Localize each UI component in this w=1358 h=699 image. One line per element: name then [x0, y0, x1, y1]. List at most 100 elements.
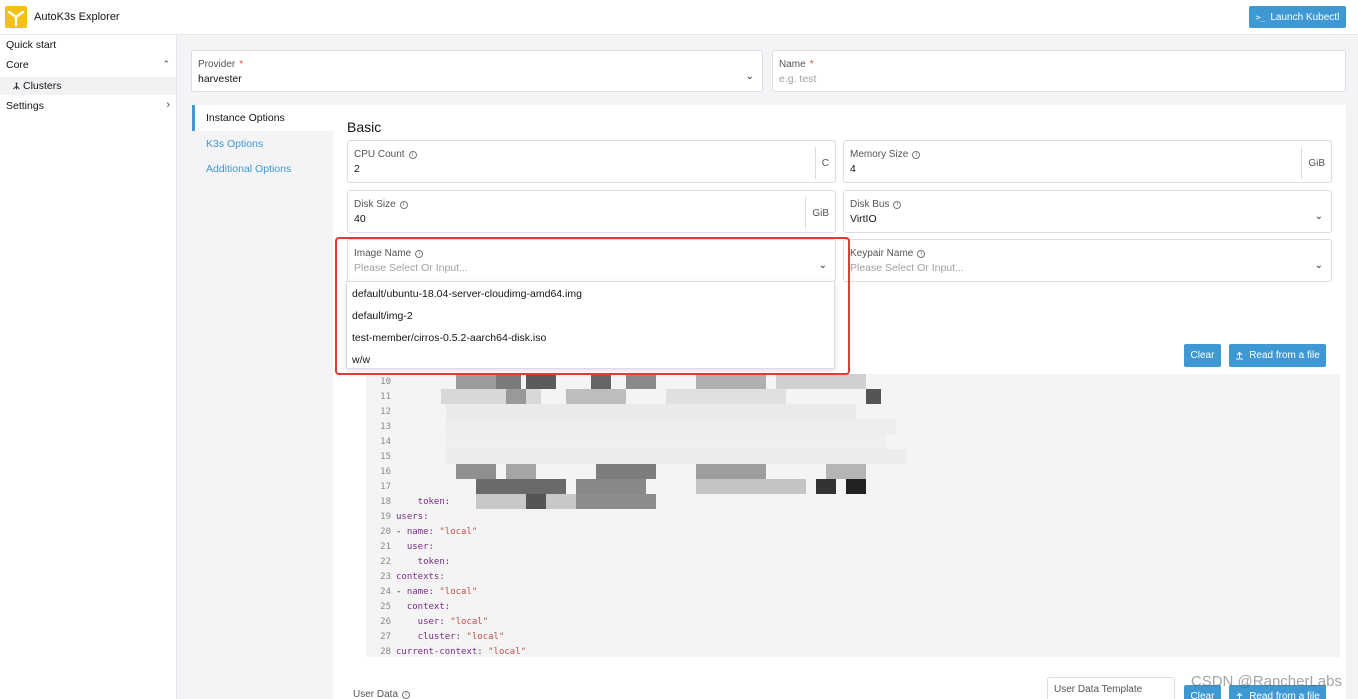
kubeconfig-read-file-button[interactable]: Read from a file: [1229, 344, 1326, 367]
upload-icon: [1236, 692, 1243, 699]
sidebar-group-core-label: Core: [6, 59, 29, 71]
sidebar-item-quick-start[interactable]: Quick start: [6, 39, 56, 51]
required-mark: *: [239, 59, 244, 70]
code-token: current-context:: [396, 646, 483, 657]
code-token: "local": [433, 526, 478, 537]
autok3s-logo-icon: [5, 6, 27, 28]
top-bar: AutoK3s Explorer >_ Launch Kubectl: [0, 0, 1358, 35]
info-icon: i: [399, 200, 408, 209]
user-data-template-select[interactable]: User Data Template: [1047, 677, 1175, 699]
code-line: 27 cluster: "local": [366, 629, 504, 644]
chevron-up-icon: ⌃: [162, 59, 170, 69]
user-data-label: User Data: [353, 689, 399, 699]
code-token: user:: [396, 541, 434, 552]
name-field[interactable]: Name * e.g. test: [772, 50, 1346, 92]
cpu-count-value: 2: [354, 163, 360, 175]
kubeconfig-clear-button[interactable]: Clear: [1184, 344, 1221, 367]
provider-label: Provider: [198, 59, 236, 70]
code-line: 15: [366, 449, 396, 464]
code-token: users:: [396, 511, 429, 522]
line-number: 15: [380, 451, 391, 462]
code-line: 23 contexts:: [366, 569, 445, 584]
provider-value: harvester: [198, 73, 242, 85]
memory-size-value: 4: [850, 163, 856, 175]
sidebar: Quick start Core ⌃ Clusters Settings ›: [0, 35, 177, 699]
code-line: 16: [366, 464, 396, 479]
line-number: 11: [380, 391, 391, 402]
chevron-down-icon: ⌄: [745, 71, 754, 82]
line-number: 14: [380, 436, 391, 447]
cpu-count-field[interactable]: CPU Count i 2 C: [347, 140, 836, 183]
code-token: context:: [396, 601, 451, 612]
keypair-name-placeholder: Please Select Or Input...: [850, 262, 964, 274]
section-title-basic: Basic: [347, 119, 382, 135]
line-number: 23: [380, 571, 391, 582]
kubeconfig-read-file-label: Read from a file: [1249, 350, 1320, 361]
keypair-name-label: Keypair Name: [850, 248, 914, 259]
code-token: name:: [406, 526, 434, 537]
line-number: 28: [380, 646, 391, 657]
user-data-read-file-label: Read from a file: [1249, 691, 1320, 699]
code-token: "local": [461, 631, 505, 642]
line-number: 13: [380, 421, 391, 432]
cluster-icon: [13, 82, 20, 89]
code-token: -: [396, 586, 407, 597]
tab-k3s-options[interactable]: K3s Options: [192, 131, 333, 157]
tab-additional-options[interactable]: Additional Options: [192, 156, 333, 182]
chevron-right-icon: ›: [166, 99, 170, 111]
disk-bus-select[interactable]: Disk Bus i VirtIO ⌄: [843, 190, 1332, 233]
sidebar-group-settings[interactable]: Settings ›: [0, 98, 176, 116]
launch-kubectl-label: Launch Kubectl: [1270, 11, 1340, 23]
sidebar-group-core[interactable]: Core ⌃: [0, 57, 176, 75]
required-mark: *: [809, 59, 814, 70]
keypair-name-label-wrap: Keypair Name i: [850, 248, 926, 259]
code-line: 13: [366, 419, 396, 434]
code-line: 25 context:: [366, 599, 450, 614]
disk-bus-value: VirtIO: [850, 213, 877, 225]
line-number: 25: [380, 601, 391, 612]
tab-instance-options[interactable]: Instance Options: [192, 105, 333, 131]
disk-bus-label-wrap: Disk Bus i: [850, 199, 902, 210]
user-data-label-wrap: User Data i: [353, 689, 411, 699]
code-token: token:: [396, 556, 451, 567]
disk-bus-label: Disk Bus: [850, 199, 890, 210]
line-number: 17: [380, 481, 391, 492]
memory-size-label-wrap: Memory Size i: [850, 149, 921, 160]
code-token: "local": [433, 586, 478, 597]
info-icon: i: [912, 150, 921, 159]
line-number: 20: [380, 526, 391, 537]
line-number: 18: [380, 496, 391, 507]
line-number: 26: [380, 616, 391, 627]
code-token: cluster:: [396, 631, 462, 642]
line-number: 24: [380, 586, 391, 597]
line-number: 22: [380, 556, 391, 567]
line-number: 19: [380, 511, 391, 522]
redacted-content: [441, 374, 906, 509]
code-line: 14: [366, 434, 396, 449]
info-icon: i: [402, 690, 411, 699]
line-number: 21: [380, 541, 391, 552]
provider-select[interactable]: Provider * harvester ⌄: [191, 50, 763, 92]
code-line: 10: [366, 374, 396, 389]
code-line: 12: [366, 404, 396, 419]
chevron-down-icon: ⌄: [1314, 260, 1323, 271]
code-token: contexts:: [396, 571, 445, 582]
line-number: 16: [380, 466, 391, 477]
options-tabs: Instance Options K3s Options Additional …: [191, 105, 333, 699]
code-line: 19 users:: [366, 509, 429, 524]
code-line: 21 user:: [366, 539, 434, 554]
provider-label-wrap: Provider *: [198, 59, 243, 70]
code-line: 26 user: "local": [366, 614, 488, 629]
watermark: CSDN @RancherLabs: [1190, 673, 1342, 690]
user-data-template-label: User Data Template: [1054, 684, 1143, 695]
kubeconfig-editor[interactable]: 10 11 12 13 14 15 16 17 18 token: 19 users: 20 - nam…: [366, 374, 1340, 657]
sidebar-item-clusters[interactable]: Clusters: [0, 77, 176, 95]
disk-size-field[interactable]: Disk Size i 40 GiB: [347, 190, 836, 233]
keypair-name-select[interactable]: Keypair Name i Please Select Or Input... …: [843, 239, 1332, 282]
launch-kubectl-button[interactable]: >_ Launch Kubectl: [1249, 6, 1346, 28]
highlight-frame: [335, 237, 850, 375]
line-number: 10: [380, 376, 391, 387]
memory-size-field[interactable]: Memory Size i 4 GiB: [843, 140, 1332, 183]
cpu-unit: C: [814, 147, 835, 179]
options-panel: Instance Options K3s Options Additional …: [191, 105, 1346, 699]
